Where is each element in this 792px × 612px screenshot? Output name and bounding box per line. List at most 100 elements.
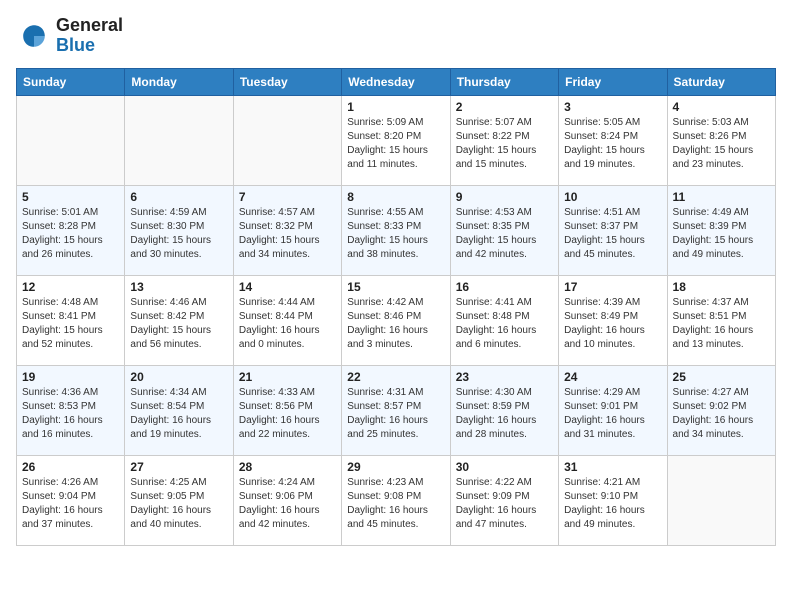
day-number: 11 — [673, 190, 770, 204]
logo-icon — [16, 18, 52, 54]
calendar-cell: 15 Sunrise: 4:42 AMSunset: 8:46 PMDayligh… — [342, 275, 450, 365]
day-info: Sunrise: 4:46 AMSunset: 8:42 PMDaylight:… — [130, 296, 227, 352]
day-info: Sunrise: 4:37 AMSunset: 8:51 PMDaylight:… — [673, 296, 770, 352]
day-number: 9 — [456, 190, 553, 204]
day-info: Sunrise: 4:48 AMSunset: 8:41 PMDaylight:… — [22, 296, 119, 352]
logo-blue: Blue — [56, 35, 95, 55]
calendar-cell: 27 Sunrise: 4:25 AMSunset: 9:05 PMDayligh… — [125, 455, 233, 545]
day-info: Sunrise: 4:53 AMSunset: 8:35 PMDaylight:… — [456, 206, 553, 262]
day-info: Sunrise: 4:49 AMSunset: 8:39 PMDaylight:… — [673, 206, 770, 262]
day-number: 10 — [564, 190, 661, 204]
day-info: Sunrise: 5:01 AMSunset: 8:28 PMDaylight:… — [22, 206, 119, 262]
calendar-week-1: 1Sunrise: 5:09 AMSunset: 8:20 PMDaylight… — [17, 95, 776, 185]
day-info: Sunrise: 4:27 AMSunset: 9:02 PMDaylight:… — [673, 386, 770, 442]
calendar-cell: 6 Sunrise: 4:59 AMSunset: 8:30 PMDaylight… — [125, 185, 233, 275]
day-info: Sunrise: 4:39 AMSunset: 8:49 PMDaylight:… — [564, 296, 661, 352]
day-number: 14 — [239, 280, 336, 294]
day-number: 18 — [673, 280, 770, 294]
calendar-cell: 18 Sunrise: 4:37 AMSunset: 8:51 PMDayligh… — [667, 275, 775, 365]
day-info: Sunrise: 4:21 AMSunset: 9:10 PMDaylight:… — [564, 476, 661, 532]
day-number: 26 — [22, 460, 119, 474]
day-number: 29 — [347, 460, 444, 474]
day-info: Sunrise: 4:29 AMSunset: 9:01 PMDaylight:… — [564, 386, 661, 442]
day-info: Sunrise: 4:42 AMSunset: 8:46 PMDaylight:… — [347, 296, 444, 352]
day-number: 20 — [130, 370, 227, 384]
calendar-cell: 1Sunrise: 5:09 AMSunset: 8:20 PMDaylight… — [342, 95, 450, 185]
day-info: Sunrise: 5:03 AMSunset: 8:26 PMDaylight:… — [673, 116, 770, 172]
calendar-cell: 5 Sunrise: 5:01 AMSunset: 8:28 PMDaylight… — [17, 185, 125, 275]
calendar-header-row: SundayMondayTuesdayWednesdayThursdayFrid… — [17, 68, 776, 95]
calendar-cell: 21 Sunrise: 4:33 AMSunset: 8:56 PMDayligh… — [233, 365, 341, 455]
col-header-saturday: Saturday — [667, 68, 775, 95]
calendar-cell: 16 Sunrise: 4:41 AMSunset: 8:48 PMDayligh… — [450, 275, 558, 365]
day-number: 13 — [130, 280, 227, 294]
calendar-cell: 25 Sunrise: 4:27 AMSunset: 9:02 PMDayligh… — [667, 365, 775, 455]
logo-text: General Blue — [56, 16, 123, 56]
day-number: 19 — [22, 370, 119, 384]
calendar-cell: 19 Sunrise: 4:36 AMSunset: 8:53 PMDayligh… — [17, 365, 125, 455]
calendar-week-5: 26 Sunrise: 4:26 AMSunset: 9:04 PMDayligh… — [17, 455, 776, 545]
day-info: Sunrise: 4:41 AMSunset: 8:48 PMDaylight:… — [456, 296, 553, 352]
day-number: 6 — [130, 190, 227, 204]
calendar-cell: 22Sunrise: 4:31 AMSunset: 8:57 PMDayligh… — [342, 365, 450, 455]
day-number: 21 — [239, 370, 336, 384]
day-number: 5 — [22, 190, 119, 204]
day-info: Sunrise: 4:55 AMSunset: 8:33 PMDaylight:… — [347, 206, 444, 262]
day-number: 31 — [564, 460, 661, 474]
calendar-cell: 3 Sunrise: 5:05 AMSunset: 8:24 PMDaylight… — [559, 95, 667, 185]
day-number: 25 — [673, 370, 770, 384]
calendar-cell — [667, 455, 775, 545]
calendar-week-4: 19 Sunrise: 4:36 AMSunset: 8:53 PMDayligh… — [17, 365, 776, 455]
day-number: 1 — [347, 100, 444, 114]
day-info: Sunrise: 4:25 AMSunset: 9:05 PMDaylight:… — [130, 476, 227, 532]
calendar-cell: 9 Sunrise: 4:53 AMSunset: 8:35 PMDaylight… — [450, 185, 558, 275]
calendar-table: SundayMondayTuesdayWednesdayThursdayFrid… — [16, 68, 776, 546]
col-header-monday: Monday — [125, 68, 233, 95]
day-info: Sunrise: 5:05 AMSunset: 8:24 PMDaylight:… — [564, 116, 661, 172]
day-number: 28 — [239, 460, 336, 474]
page-header: General Blue — [16, 16, 776, 56]
day-info: Sunrise: 4:44 AMSunset: 8:44 PMDaylight:… — [239, 296, 336, 352]
calendar-cell: 13 Sunrise: 4:46 AMSunset: 8:42 PMDayligh… — [125, 275, 233, 365]
calendar-cell: 11 Sunrise: 4:49 AMSunset: 8:39 PMDayligh… — [667, 185, 775, 275]
calendar-body: 1Sunrise: 5:09 AMSunset: 8:20 PMDaylight… — [17, 95, 776, 545]
calendar-cell: 30 Sunrise: 4:22 AMSunset: 9:09 PMDayligh… — [450, 455, 558, 545]
day-info: Sunrise: 4:30 AMSunset: 8:59 PMDaylight:… — [456, 386, 553, 442]
day-info: Sunrise: 4:23 AMSunset: 9:08 PMDaylight:… — [347, 476, 444, 532]
calendar-cell: 4Sunrise: 5:03 AMSunset: 8:26 PMDaylight… — [667, 95, 775, 185]
day-number: 23 — [456, 370, 553, 384]
day-number: 3 — [564, 100, 661, 114]
calendar-cell: 7Sunrise: 4:57 AMSunset: 8:32 PMDaylight… — [233, 185, 341, 275]
day-number: 2 — [456, 100, 553, 114]
day-info: Sunrise: 4:22 AMSunset: 9:09 PMDaylight:… — [456, 476, 553, 532]
calendar-cell: 10Sunrise: 4:51 AMSunset: 8:37 PMDayligh… — [559, 185, 667, 275]
day-number: 15 — [347, 280, 444, 294]
logo-general: General — [56, 15, 123, 35]
calendar-week-2: 5 Sunrise: 5:01 AMSunset: 8:28 PMDaylight… — [17, 185, 776, 275]
calendar-cell: 20 Sunrise: 4:34 AMSunset: 8:54 PMDayligh… — [125, 365, 233, 455]
calendar-cell: 24 Sunrise: 4:29 AMSunset: 9:01 PMDayligh… — [559, 365, 667, 455]
day-info: Sunrise: 4:33 AMSunset: 8:56 PMDaylight:… — [239, 386, 336, 442]
col-header-wednesday: Wednesday — [342, 68, 450, 95]
day-info: Sunrise: 4:59 AMSunset: 8:30 PMDaylight:… — [130, 206, 227, 262]
day-info: Sunrise: 4:34 AMSunset: 8:54 PMDaylight:… — [130, 386, 227, 442]
calendar-cell: 2 Sunrise: 5:07 AMSunset: 8:22 PMDaylight… — [450, 95, 558, 185]
calendar-cell — [233, 95, 341, 185]
calendar-week-3: 12 Sunrise: 4:48 AMSunset: 8:41 PMDayligh… — [17, 275, 776, 365]
col-header-thursday: Thursday — [450, 68, 558, 95]
calendar-cell: 17Sunrise: 4:39 AMSunset: 8:49 PMDayligh… — [559, 275, 667, 365]
day-info: Sunrise: 4:36 AMSunset: 8:53 PMDaylight:… — [22, 386, 119, 442]
col-header-friday: Friday — [559, 68, 667, 95]
day-number: 12 — [22, 280, 119, 294]
day-number: 16 — [456, 280, 553, 294]
logo: General Blue — [16, 16, 123, 56]
calendar-cell: 12 Sunrise: 4:48 AMSunset: 8:41 PMDayligh… — [17, 275, 125, 365]
day-number: 30 — [456, 460, 553, 474]
day-number: 24 — [564, 370, 661, 384]
calendar-cell: 14 Sunrise: 4:44 AMSunset: 8:44 PMDayligh… — [233, 275, 341, 365]
day-info: Sunrise: 5:07 AMSunset: 8:22 PMDaylight:… — [456, 116, 553, 172]
calendar-cell: 26 Sunrise: 4:26 AMSunset: 9:04 PMDayligh… — [17, 455, 125, 545]
calendar-cell — [17, 95, 125, 185]
day-info: Sunrise: 4:26 AMSunset: 9:04 PMDaylight:… — [22, 476, 119, 532]
day-number: 27 — [130, 460, 227, 474]
